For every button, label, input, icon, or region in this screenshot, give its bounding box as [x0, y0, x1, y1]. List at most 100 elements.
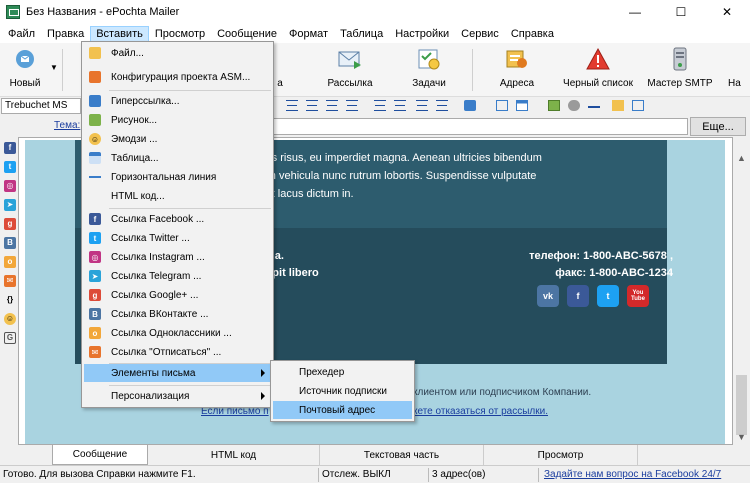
submenu-arrow-icon	[261, 392, 265, 400]
twitter-icon[interactable]: t	[4, 161, 16, 173]
special-chars-icon[interactable]	[568, 100, 580, 111]
menu-item-emoji[interactable]: ☺ Эмодзи ...	[84, 130, 271, 148]
menu-message[interactable]: Сообщение	[211, 26, 283, 42]
menu-item-google-plus-link[interactable]: g Ссылка Google+ ...	[84, 286, 271, 304]
menu-view[interactable]: Просмотр	[149, 26, 211, 42]
editor-scrollbar[interactable]: ▲ ▼	[733, 137, 750, 445]
menu-item-table[interactable]: Таблица...	[84, 149, 271, 167]
smtp-wizard-button[interactable]: Мастер SMTP	[646, 47, 714, 93]
minimize-button[interactable]: —	[612, 0, 658, 24]
status-facebook-link[interactable]: Задайте нам вопрос на Facebook 24/7	[544, 469, 721, 480]
menu-item-file[interactable]: Файл...	[84, 44, 271, 62]
font-select[interactable]: Trebuchet MS	[1, 98, 81, 114]
source-code-icon[interactable]	[632, 100, 644, 111]
new-dropdown-arrow-icon[interactable]: ▼	[50, 63, 58, 72]
close-button[interactable]: ✕	[704, 0, 750, 24]
tasks-button[interactable]: Задачи	[406, 47, 452, 93]
menu-item-telegram-link[interactable]: ➤ Ссылка Telegram ...	[84, 267, 271, 285]
menu-settings[interactable]: Настройки	[389, 26, 455, 42]
blacklist-button[interactable]: Черный список	[560, 47, 636, 93]
submenu-item-subscription-source[interactable]: Источник подписки	[273, 382, 412, 400]
menu-item-horizontal-line[interactable]: Горизонтальная линия	[84, 168, 271, 186]
menu-item-vkontakte-link[interactable]: B Ссылка ВКонтакте ...	[84, 305, 271, 323]
menu-item-asm-config[interactable]: Конфигурация проекта ASM...	[84, 68, 271, 86]
horizontal-line-icon[interactable]	[588, 100, 600, 108]
menu-item-personalization[interactable]: Персонализация	[84, 387, 271, 405]
toolbar-button-cut[interactable]: На	[728, 47, 750, 93]
menu-item-unsubscribe-link[interactable]: ✉ Ссылка "Отписаться" ...	[84, 343, 271, 361]
vk-social-icon[interactable]: vk	[537, 285, 559, 307]
menu-item-odnoklassniki-link[interactable]: o Ссылка Однoклассники ...	[84, 324, 271, 342]
numbered-list-icon[interactable]	[374, 100, 386, 111]
addresses-button[interactable]: Адреса	[494, 47, 540, 93]
table-icon[interactable]	[516, 100, 528, 111]
menu-item-email-elements[interactable]: Элементы письма	[84, 364, 271, 382]
menu-help[interactable]: Справка	[505, 26, 560, 42]
instagram-icon[interactable]: ◎	[4, 180, 16, 192]
menu-file[interactable]: Файл	[2, 26, 41, 42]
toolbar-partial-label: а	[277, 78, 283, 89]
google-icon[interactable]: G	[4, 332, 16, 344]
tab-message[interactable]: Сообщение	[52, 445, 148, 465]
email-phone: телефон: 1-800-ABC-5678 ,	[529, 250, 673, 262]
menu-item-twitter-link[interactable]: t Ссылка Twitter ...	[84, 229, 271, 247]
twitter-social-icon[interactable]: t	[597, 285, 619, 307]
menu-item-facebook-link[interactable]: f Ссылка Facebook ...	[84, 210, 271, 228]
align-right-icon[interactable]	[326, 100, 338, 111]
toolbar-separator	[472, 49, 473, 91]
insert-object-icon[interactable]	[496, 100, 508, 111]
google-plus-icon[interactable]: g	[4, 218, 16, 230]
scroll-thumb[interactable]	[736, 375, 747, 435]
toolbar-cut-label: На	[728, 78, 741, 89]
odnoklassniki-icon[interactable]: o	[4, 256, 16, 268]
html-code-icon[interactable]: {}	[4, 294, 16, 306]
clear-format-icon[interactable]	[612, 100, 624, 111]
mailing-button[interactable]: Рассылка	[324, 47, 376, 93]
menu-item-instagram-link[interactable]: ◎ Ссылка Instagram ...	[84, 248, 271, 266]
scroll-down-icon[interactable]: ▼	[733, 428, 750, 445]
menu-table[interactable]: Таблица	[334, 26, 389, 42]
emoji-icon[interactable]: ☺	[4, 313, 16, 325]
submenu-item-preheader[interactable]: Прехедер	[273, 363, 412, 381]
new-button[interactable]: Новый	[4, 47, 46, 93]
menu-format[interactable]: Формат	[283, 26, 334, 42]
tab-html-code[interactable]: HTML код	[148, 445, 320, 465]
indent-icon[interactable]	[436, 100, 448, 111]
outdent-icon[interactable]	[416, 100, 428, 111]
vkontakte-icon[interactable]: B	[4, 237, 16, 249]
maximize-button[interactable]: ☐	[658, 0, 704, 24]
subject-label[interactable]: Тема:	[54, 120, 80, 131]
status-bar: Готово. Для вызова Справки нажмите F1. О…	[0, 465, 750, 483]
more-button[interactable]: Еще...	[690, 117, 746, 136]
addresses-icon	[504, 47, 530, 71]
menu-item-html-code[interactable]: HTML код...	[84, 187, 271, 205]
image-icon	[89, 114, 101, 126]
menu-item-image[interactable]: Рисунок...	[84, 111, 271, 129]
scroll-up-icon[interactable]: ▲	[733, 149, 750, 166]
tab-preview[interactable]: Просмотр	[484, 445, 638, 465]
align-left-icon[interactable]	[286, 100, 298, 111]
menu-tools[interactable]: Сервис	[455, 26, 505, 42]
fill-color-icon[interactable]	[464, 100, 476, 111]
unsubscribe-icon[interactable]: ✉	[4, 275, 16, 287]
align-center-icon[interactable]	[306, 100, 318, 111]
menu-item-label: Ссылка Telegram ...	[111, 270, 202, 282]
menu-insert[interactable]: Вставить	[90, 25, 149, 42]
menu-item-hyperlink[interactable]: Гиперссылка...	[84, 92, 271, 110]
submenu-item-postal-address[interactable]: Почтовый адрес	[273, 401, 412, 419]
table-icon	[89, 152, 101, 164]
menu-item-label: Конфигурация проекта ASM...	[111, 71, 251, 83]
tab-text-part[interactable]: Текстовая часть	[320, 445, 484, 465]
youtube-social-icon[interactable]: You Tube	[627, 285, 649, 307]
menu-edit[interactable]: Правка	[41, 26, 90, 42]
app-icon	[6, 5, 20, 19]
telegram-icon[interactable]: ➤	[4, 199, 16, 211]
menu-item-label: Ссылка Facebook ...	[111, 213, 205, 225]
image-icon[interactable]	[548, 100, 560, 111]
facebook-social-icon[interactable]: f	[567, 285, 589, 307]
bullet-list-icon[interactable]	[394, 100, 406, 111]
email-elements-submenu: Прехедер Источник подписки Почтовый адре…	[270, 360, 415, 422]
align-justify-icon[interactable]	[346, 100, 358, 111]
facebook-icon[interactable]: f	[4, 142, 16, 154]
email-unsubscribe-link[interactable]: кете отказаться от рассылки.	[413, 406, 548, 417]
